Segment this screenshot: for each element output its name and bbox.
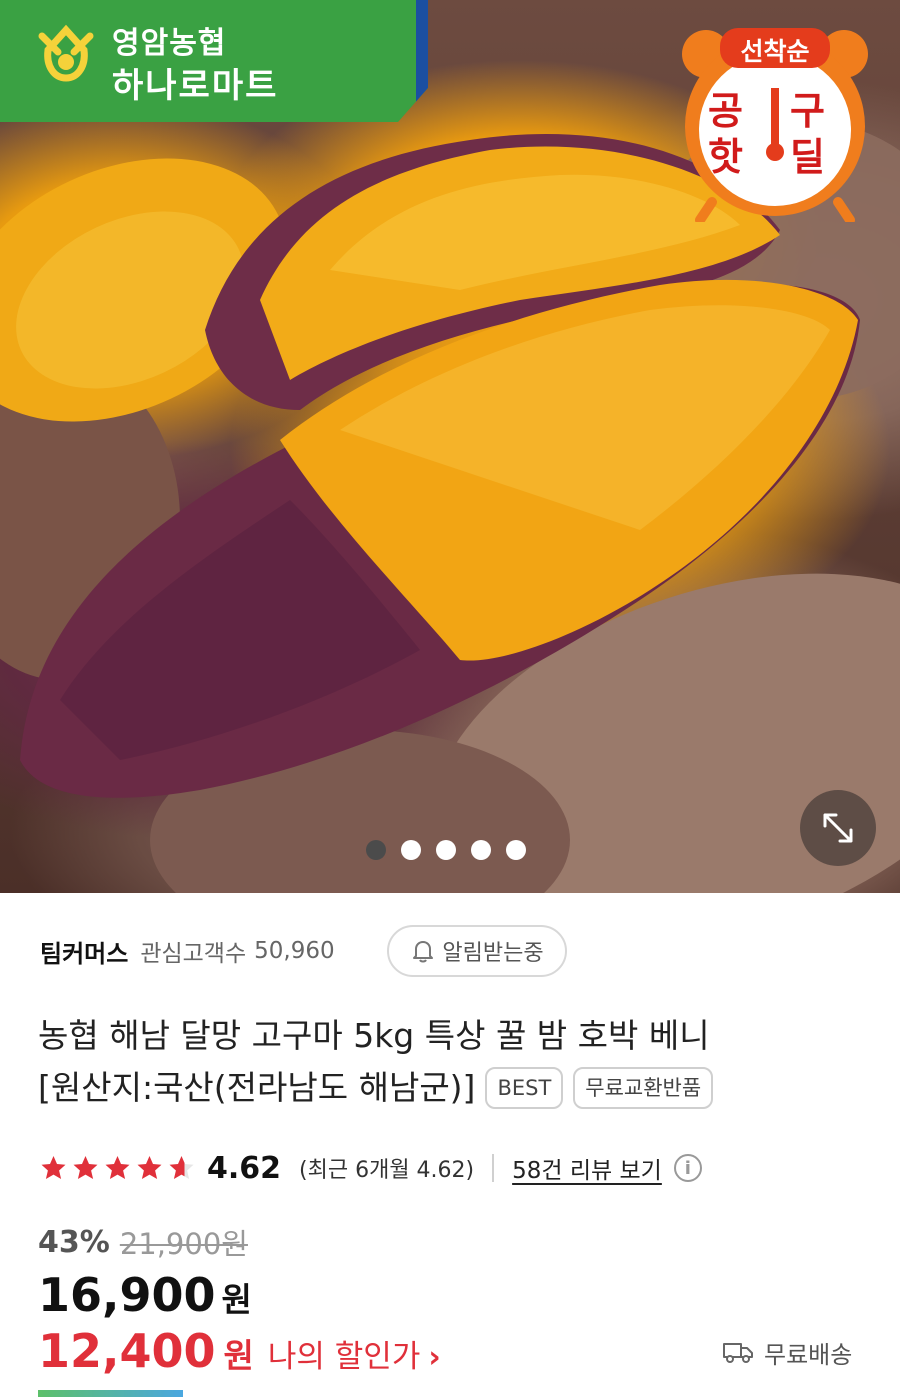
chevron-right-icon: › bbox=[428, 1340, 441, 1375]
star-icon bbox=[73, 1156, 98, 1179]
shipping-label: 무료배송 bbox=[764, 1340, 853, 1369]
star-rating bbox=[38, 1154, 197, 1182]
fans-count: 50,960 bbox=[254, 938, 335, 964]
best-tag: BEST bbox=[485, 1067, 564, 1109]
brand-name: 영암농협 bbox=[112, 26, 227, 61]
notify-label: 알림받는중 bbox=[442, 941, 544, 966]
my-discount-price-link[interactable]: 12,400 원 나의 할인가 › bbox=[38, 1324, 441, 1380]
discount-percent: 43% bbox=[38, 1224, 110, 1260]
sale-price-row: 16,900 원 bbox=[38, 1268, 252, 1324]
star-icon bbox=[169, 1156, 194, 1179]
deal-badge-top-text: 선착순 bbox=[740, 37, 810, 66]
product-title-line1: 농협 해남 달망 고구마 5kg 특상 꿀 밤 호박 베니 bbox=[38, 1016, 710, 1055]
my-discount-label: 나의 할인가 bbox=[267, 1339, 421, 1375]
product-title-line2: [원산지:국산(전라남도 해남군)] bbox=[38, 1068, 476, 1107]
rating-summary: 4.62 (최근 6개월 4.62) 58건 리뷰 보기 i bbox=[38, 1146, 702, 1190]
gallery-dot[interactable] bbox=[366, 840, 386, 860]
deal-badge-char: 핫 bbox=[708, 135, 743, 179]
next-section-peek bbox=[38, 1390, 183, 1397]
free-shipping: 무료배송 bbox=[722, 1332, 852, 1372]
info-icon[interactable]: i bbox=[673, 1154, 702, 1182]
product-image-gallery[interactable]: 영암농협 하나로마트 선착순 공 구 핫 딜 bbox=[0, 0, 900, 893]
sale-price-unit: 원 bbox=[221, 1280, 252, 1319]
star-icon bbox=[105, 1156, 130, 1179]
my-discount-price: 12,400 bbox=[38, 1324, 216, 1378]
notify-toggle-button[interactable]: 알림받는중 bbox=[387, 925, 567, 977]
star-icon bbox=[41, 1156, 66, 1179]
group-buy-hot-deal-badge: 선착순 공 구 핫 딜 bbox=[672, 22, 878, 225]
gallery-pagination bbox=[366, 840, 526, 860]
gallery-dot[interactable] bbox=[471, 840, 491, 860]
gallery-dot[interactable] bbox=[436, 840, 456, 860]
seller-name-link[interactable]: 팀커머스 bbox=[40, 934, 128, 969]
view-reviews-link[interactable]: 58건 리뷰 보기 bbox=[512, 1151, 662, 1185]
bell-icon bbox=[413, 941, 434, 963]
star-icon bbox=[137, 1156, 162, 1179]
seller-info: 팀커머스 관심고객수 50,960 bbox=[40, 924, 335, 978]
discount-row: 43% 21,900원 bbox=[38, 1220, 248, 1264]
truck-icon bbox=[723, 1343, 753, 1363]
product-title: 농협 해남 달망 고구마 5kg 특상 꿀 밤 호박 베니 [원산지:국산(전라… bbox=[38, 1010, 858, 1114]
brand-mart-name: 하나로마트 bbox=[112, 66, 279, 106]
free-return-tag: 무료교환반품 bbox=[573, 1067, 714, 1109]
expand-arrows-icon bbox=[823, 813, 853, 843]
fans-label: 관심고객수 bbox=[140, 941, 247, 967]
my-discount-price-unit: 원 bbox=[223, 1336, 254, 1375]
expand-image-button[interactable] bbox=[800, 790, 876, 866]
original-price: 21,900원 bbox=[119, 1227, 248, 1261]
gallery-dot[interactable] bbox=[506, 840, 526, 860]
rating-recent: (최근 6개월 4.62) bbox=[299, 1158, 475, 1183]
nonghyup-logo-icon bbox=[38, 24, 94, 82]
divider bbox=[492, 1154, 495, 1182]
sale-price: 16,900 bbox=[38, 1268, 216, 1322]
gallery-dot[interactable] bbox=[401, 840, 421, 860]
deal-badge-char: 딜 bbox=[790, 135, 825, 179]
rating-value: 4.62 bbox=[207, 1150, 282, 1186]
